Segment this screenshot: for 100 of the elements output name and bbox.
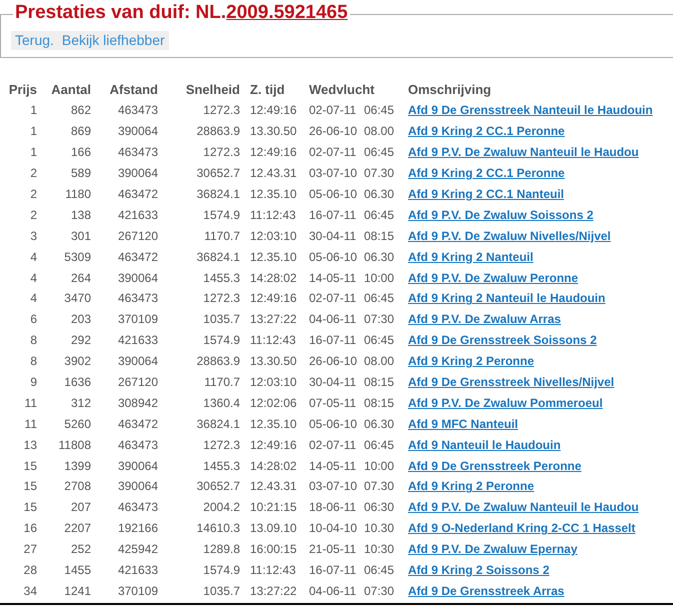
race-link[interactable]: Afd 9 Kring 2 CC.1 Nanteuil xyxy=(408,187,564,201)
table-cell-text: 10-04-10 xyxy=(308,520,358,538)
race-link[interactable]: Afd 9 P.V. De Zwaluw Nanteuil le Haudou xyxy=(408,145,639,160)
table-cell-text: 13.30.50 xyxy=(249,353,298,370)
table-cell-text: 28863.9 xyxy=(196,353,241,370)
table-cell-text: 10:00 xyxy=(363,458,396,475)
table-cell-text: 11808 xyxy=(58,436,92,454)
table-cell-text: 12:49:16 xyxy=(249,102,298,120)
table-cell-text: 421633 xyxy=(116,562,159,580)
table-cell-text: 5260 xyxy=(63,416,92,433)
race-link[interactable]: Afd 9 Kring 2 Nanteuil xyxy=(408,250,534,264)
table-cell-text: 4 xyxy=(29,270,38,287)
table-cell-text: 2 xyxy=(29,186,38,203)
table-cell-text: 11:12:43 xyxy=(249,206,297,224)
race-link[interactable]: Afd 9 De Grensstreek Nivelles/Nijvel xyxy=(408,375,614,390)
table-cell-text: 07:30 xyxy=(363,582,396,600)
table-cell-text: 421633 xyxy=(116,206,159,224)
nav-link[interactable]: Bekijk liefhebber xyxy=(62,32,165,49)
table-cell-text: 370109 xyxy=(116,311,159,328)
race-link[interactable]: Afd 9 Kring 2 Peronne xyxy=(408,354,534,368)
table-cell-text: 14610.3 xyxy=(196,520,241,538)
ring-number-link[interactable]: 2009.5921465 xyxy=(226,2,348,23)
table-cell-text: 3902 xyxy=(63,353,92,370)
table-cell-text: 1170.7 xyxy=(203,228,241,245)
table-cell-text: 3470 xyxy=(63,290,92,308)
table-cell-text: 13:27:22 xyxy=(249,582,298,600)
table-cell-text: 10:30 xyxy=(363,541,396,558)
table-cell-text: 07-05-11 xyxy=(308,394,358,412)
race-link[interactable]: Afd 9 De Grensstreek Peronne xyxy=(408,458,582,473)
race-link[interactable]: Afd 9 Kring 2 CC.1 Peronne xyxy=(408,166,565,180)
race-link[interactable]: Afd 9 De Grensstreek Nanteuil le Haudouin xyxy=(408,103,653,118)
table-cell-text: 30652.7 xyxy=(196,478,241,496)
column-header: Wedvlucht xyxy=(308,81,376,100)
table-cell-text: 16-07-11 xyxy=(308,332,358,350)
table-cell-text: 12.43.31 xyxy=(249,165,298,182)
table-cell-text: 8 xyxy=(29,353,38,370)
table-cell-text: 1360.4 xyxy=(202,394,241,412)
table-cell-text: 1272.3 xyxy=(202,290,241,308)
race-link[interactable]: Afd 9 Kring 2 Nanteuil le Haudouin xyxy=(408,291,606,306)
table-cell-text: 207 xyxy=(70,499,92,516)
table-cell-text: 06:30 xyxy=(363,499,396,516)
race-link[interactable]: Afd 9 P.V. De Zwaluw Arras xyxy=(408,312,561,326)
table-cell-text: 390064 xyxy=(116,123,159,140)
column-header: Z. tijd xyxy=(249,81,286,100)
table-cell-text: 02-07-11 xyxy=(308,144,358,162)
table-cell-text: 12.43.31 xyxy=(249,478,298,496)
table-cell-text: 06:45 xyxy=(363,102,396,120)
table-cell-text: 6 xyxy=(29,311,38,328)
table-cell-text: 463473 xyxy=(116,499,159,516)
table-cell-text: 12:49:16 xyxy=(249,290,298,308)
table-cell-text: 08:15 xyxy=(363,394,396,412)
table-cell-text: 463473 xyxy=(116,290,159,308)
race-link[interactable]: Afd 9 Kring 2 Peronne xyxy=(408,479,534,494)
column-header: Snelheid xyxy=(184,81,241,100)
race-link[interactable]: Afd 9 MFC Nanteuil xyxy=(408,416,518,431)
table-cell-text: 463473 xyxy=(116,436,159,454)
race-link[interactable]: Afd 9 De Grensstreek Arras xyxy=(408,584,564,598)
race-link[interactable]: Afd 9 O-Nederland Kring 2-CC 1 Hasselt xyxy=(408,521,636,536)
table-cell-text: 36824.1 xyxy=(196,248,241,266)
table-cell-text: 1455.3 xyxy=(202,458,241,475)
race-link[interactable]: Afd 9 Nanteuil le Haudouin xyxy=(408,438,561,452)
table-cell-text: 15 xyxy=(22,499,38,516)
race-link[interactable]: Afd 9 Kring 2 CC.1 Peronne xyxy=(408,124,565,138)
table-cell-text: 05-06-10 xyxy=(308,416,358,433)
nav-link[interactable]: Terug. xyxy=(15,32,54,49)
table-cell-text: 5309 xyxy=(63,248,92,266)
race-link[interactable]: Afd 9 De Grensstreek Soissons 2 xyxy=(408,333,597,348)
table-cell-text: 30-04-11 xyxy=(308,374,358,392)
table-cell-text: 1399 xyxy=(63,458,92,475)
table-cell-text: 06:45 xyxy=(363,144,396,162)
table-cell-text: 36824.1 xyxy=(196,416,241,433)
table-cell-text: 192166 xyxy=(116,520,159,538)
race-link[interactable]: Afd 9 P.V. De Zwaluw Peronne xyxy=(408,270,578,285)
table-cell-text: 1180 xyxy=(64,186,92,203)
table-cell-text: 308942 xyxy=(116,394,159,412)
table-cell-text: 03-07-10 xyxy=(308,478,358,496)
table-cell-text: 10:00 xyxy=(363,270,396,287)
table-cell-text: 10:21:15 xyxy=(249,499,298,516)
table-cell-text: 06:45 xyxy=(363,562,396,580)
table-cell-text: 08:15 xyxy=(363,374,396,392)
table-cell-text: 1289.8 xyxy=(202,541,241,558)
race-link[interactable]: Afd 9 P.V. De Zwaluw Epernay xyxy=(408,542,578,556)
table-cell-text: 06.30 xyxy=(363,186,396,203)
table-cell-text: 370109 xyxy=(116,582,159,600)
table-cell-text: 12:02:06 xyxy=(249,394,298,412)
race-link[interactable]: Afd 9 P.V. De Zwaluw Soissons 2 xyxy=(408,208,594,222)
race-link[interactable]: Afd 9 Kring 2 Soissons 2 xyxy=(408,563,550,578)
table-cell-text: 28863.9 xyxy=(196,123,241,140)
race-link[interactable]: Afd 9 P.V. De Zwaluw Pommeroeul xyxy=(408,396,603,410)
race-link[interactable]: Afd 9 P.V. De Zwaluw Nanteuil le Haudou xyxy=(408,500,639,514)
table-cell-text: 390064 xyxy=(116,478,159,496)
table-cell-text: 9 xyxy=(29,374,38,392)
table-cell-text: 16 xyxy=(22,520,38,538)
table-cell-text: 12.35.10 xyxy=(249,186,298,203)
table-cell-text: 312 xyxy=(70,394,92,412)
race-link[interactable]: Afd 9 P.V. De Zwaluw Nivelles/Nijvel xyxy=(408,228,611,243)
table-cell-text: 36824.1 xyxy=(196,186,241,203)
table-cell-text: 15 xyxy=(22,458,38,475)
table-cell-text: 390064 xyxy=(116,165,159,182)
column-header: Omschrijving xyxy=(407,81,492,100)
